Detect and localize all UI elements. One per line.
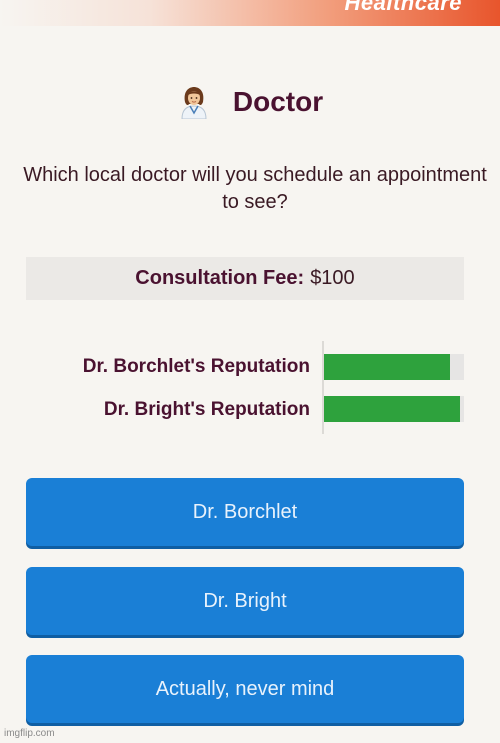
reputation-fill-bright: [324, 396, 460, 422]
header-bar: Healthcare: [0, 0, 500, 26]
title-row: Doctor: [0, 82, 500, 122]
reputation-fill-borchlet: [324, 354, 450, 380]
consultation-fee-box: Consultation Fee: $100: [26, 257, 464, 300]
page-title: Doctor: [232, 86, 324, 117]
reputation-bar-bright: [324, 396, 464, 422]
fee-value: $100: [310, 267, 355, 289]
reputation-label-bright: Dr. Bright's Reputation: [103, 399, 310, 420]
choice-button-borchlet[interactable]: Dr. Borchlet: [26, 478, 464, 546]
fee-label: Consultation Fee:: [135, 267, 305, 289]
question-text: Which local doctor will you schedule an …: [23, 164, 487, 213]
reputation-bar-borchlet: [324, 354, 464, 380]
choice-button-bright[interactable]: Dr. Bright: [26, 567, 464, 635]
watermark: imgflip.com: [4, 728, 55, 739]
reputation-label-borchlet: Dr. Borchlet's Reputation: [82, 356, 310, 377]
doctor-woman-icon: [181, 87, 207, 119]
choice-button-never-mind[interactable]: Actually, never mind: [26, 655, 464, 723]
header-title: Healthcare: [344, 0, 462, 15]
